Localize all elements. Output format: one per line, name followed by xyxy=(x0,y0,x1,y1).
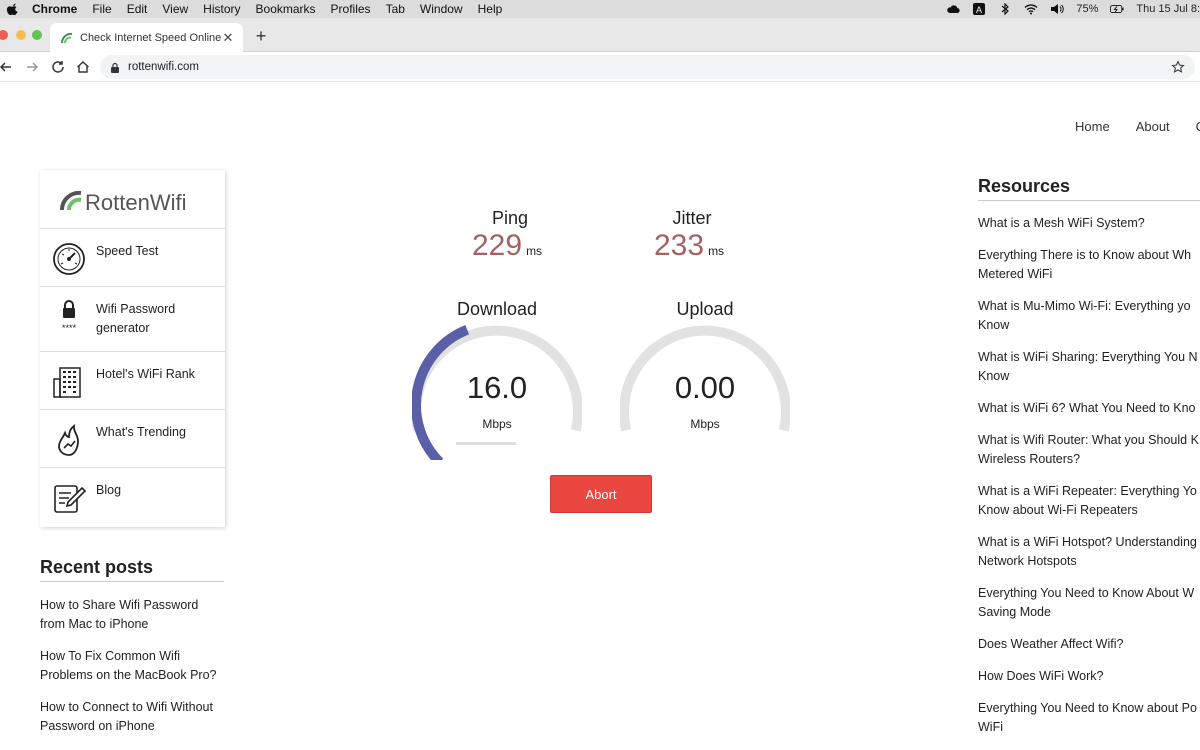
browser-tab-active[interactable]: Check Internet Speed Online ✕ xyxy=(50,23,243,52)
download-unit: Mbps xyxy=(482,417,512,431)
sidebar-item-blog[interactable]: Blog xyxy=(40,468,225,526)
nav-contact-link-truncated[interactable]: C xyxy=(1196,119,1200,134)
sidebar-menu: RottenWifi Speed Test **** Wifi Password… xyxy=(40,170,225,527)
sidebar-item-label: Hotel's WiFi Rank xyxy=(96,367,195,381)
recent-posts-list: How to Share Wifi Password from Mac to iP… xyxy=(40,596,230,749)
resource-link[interactable]: What is a WiFi Hotspot? Understanding Net… xyxy=(978,533,1200,571)
resource-link[interactable]: Everything There is to Know about Wh Mete… xyxy=(978,246,1200,284)
resources-list: What is a Mesh WiFi System? Everything Th… xyxy=(978,214,1200,750)
jitter-unit: ms xyxy=(708,244,725,258)
browser-toolbar: rottenwifi.com xyxy=(0,52,1200,82)
back-arrow-icon[interactable] xyxy=(0,59,14,75)
download-label: Download xyxy=(456,299,538,319)
tab-title: Check Internet Speed Online xyxy=(80,31,221,44)
speedometer-icon xyxy=(53,243,85,275)
nav-about-link[interactable]: About xyxy=(1136,119,1170,134)
rottenwifi-logo-graphic: RottenWifi xyxy=(59,190,186,215)
wifi-icon[interactable] xyxy=(1024,3,1038,15)
ping-label: Ping xyxy=(491,208,529,228)
input-source-icon[interactable]: A xyxy=(972,3,986,15)
upload-unit: Mbps xyxy=(690,417,720,431)
menubar-status-area: A 75% Thu 15 Jul 8: xyxy=(946,0,1200,18)
sidebar-item-label: Speed Test xyxy=(96,244,159,258)
password-lock-icon: **** xyxy=(62,300,77,333)
blog-pencil-icon xyxy=(54,485,86,513)
logo-text: RottenWifi xyxy=(85,190,186,215)
jitter-value: 233 ms xyxy=(654,229,725,262)
sidebar-item-whats-trending[interactable]: What's Trending xyxy=(40,410,225,468)
home-icon[interactable] xyxy=(75,59,91,75)
sidebar-item-label: What's Trending xyxy=(96,425,186,439)
bookmark-star-icon[interactable] xyxy=(1171,60,1185,74)
sidebar-item-wifi-password-generator[interactable]: **** Wifi Password generator xyxy=(40,287,225,352)
hotel-building-icon xyxy=(53,367,81,398)
recent-post-link[interactable]: How To Fix Common Wifi Problems on the Ma… xyxy=(40,647,230,685)
resource-link[interactable]: How Does WiFi Work? xyxy=(978,667,1200,686)
address-bar[interactable]: rottenwifi.com xyxy=(100,55,1195,79)
resource-link[interactable]: What is Mu-Mimo Wi-Fi: Everything yo Know xyxy=(978,297,1200,335)
resource-link[interactable]: Does Weather Affect Wifi? xyxy=(978,635,1200,654)
sidebar-item-label: Wifi Password generator xyxy=(96,302,176,335)
sidebar-item-label: Blog xyxy=(96,483,122,497)
lock-icon[interactable] xyxy=(110,62,120,73)
rottenwifi-logo[interactable]: RottenWifi xyxy=(40,170,225,229)
window-close-button[interactable] xyxy=(0,30,8,40)
download-progress-bar xyxy=(456,442,516,445)
ping-unit: ms xyxy=(526,244,543,258)
menu-tab[interactable]: Tab xyxy=(386,2,405,16)
jitter-label: Jitter xyxy=(672,208,712,228)
rottenwifi-favicon-icon xyxy=(60,32,73,43)
trending-flame-icon xyxy=(58,424,79,456)
resource-link[interactable]: What is Wifi Router: What you Should K Wi… xyxy=(978,431,1200,469)
menu-help[interactable]: Help xyxy=(478,2,503,16)
resource-link[interactable]: What is a WiFi Repeater: Everything Yo Kn… xyxy=(978,482,1200,520)
url-text: rottenwifi.com xyxy=(128,61,199,73)
recent-posts-heading: Recent posts xyxy=(40,557,224,582)
resource-link[interactable]: Everything You Need to Know about Po WiFi xyxy=(978,699,1200,737)
resource-link[interactable]: Everything You Need to Know About W Savin… xyxy=(978,584,1200,622)
macos-menubar: Chrome File Edit View History Bookmarks … xyxy=(0,0,1200,18)
forward-arrow-icon[interactable] xyxy=(24,59,40,75)
nav-home-link[interactable]: Home xyxy=(1075,119,1110,134)
battery-charging-icon[interactable] xyxy=(1110,3,1124,15)
recent-post-link[interactable]: How to Connect to Wifi Without Password o… xyxy=(40,698,230,736)
svg-text:A: A xyxy=(976,5,982,15)
sidebar-item-hotels-wifi-rank[interactable]: Hotel's WiFi Rank xyxy=(40,352,225,410)
browser-tab-strip: Check Internet Speed Online ✕ + xyxy=(0,18,1200,52)
apple-logo-icon[interactable] xyxy=(6,2,20,16)
menu-chrome[interactable]: Chrome xyxy=(32,2,77,16)
recent-post-link[interactable]: How to Share Wifi Password from Mac to iP… xyxy=(40,596,230,634)
resource-link[interactable]: What is a Mesh WiFi System? xyxy=(978,214,1200,233)
menu-profiles[interactable]: Profiles xyxy=(331,2,371,16)
menu-file[interactable]: File xyxy=(92,2,111,16)
bluetooth-icon[interactable] xyxy=(998,3,1012,15)
window-minimize-button[interactable] xyxy=(16,30,26,40)
tab-close-icon[interactable]: ✕ xyxy=(221,30,235,46)
ping-value: 229 ms xyxy=(472,229,543,262)
menu-view[interactable]: View xyxy=(162,2,188,16)
abort-button[interactable]: Abort xyxy=(550,475,652,513)
site-top-nav: Home About C xyxy=(1075,119,1200,134)
sidebar-item-speed-test[interactable]: Speed Test xyxy=(40,229,225,287)
upload-value: 0.00 xyxy=(674,370,736,405)
volume-icon[interactable] xyxy=(1050,3,1065,15)
upload-label: Upload xyxy=(676,299,734,319)
menu-window[interactable]: Window xyxy=(420,2,463,16)
menu-bookmarks[interactable]: Bookmarks xyxy=(256,2,316,16)
menu-history[interactable]: History xyxy=(203,2,240,16)
resource-link[interactable]: What is WiFi 6? What You Need to Kno xyxy=(978,399,1200,418)
battery-percent: 75% xyxy=(1076,3,1099,15)
window-zoom-button[interactable] xyxy=(32,30,42,40)
svg-text:****: **** xyxy=(62,323,77,333)
menubar-clock[interactable]: Thu 15 Jul 8: xyxy=(1136,3,1200,15)
new-tab-button[interactable]: + xyxy=(252,26,270,47)
resource-link[interactable]: What is WiFi Sharing: Everything You N Kn… xyxy=(978,348,1200,386)
cloud-icon[interactable] xyxy=(946,3,961,15)
reload-icon[interactable] xyxy=(50,59,66,75)
download-value: 16.0 xyxy=(466,370,528,405)
menu-edit[interactable]: Edit xyxy=(127,2,148,16)
resources-heading: Resources xyxy=(978,176,1200,201)
